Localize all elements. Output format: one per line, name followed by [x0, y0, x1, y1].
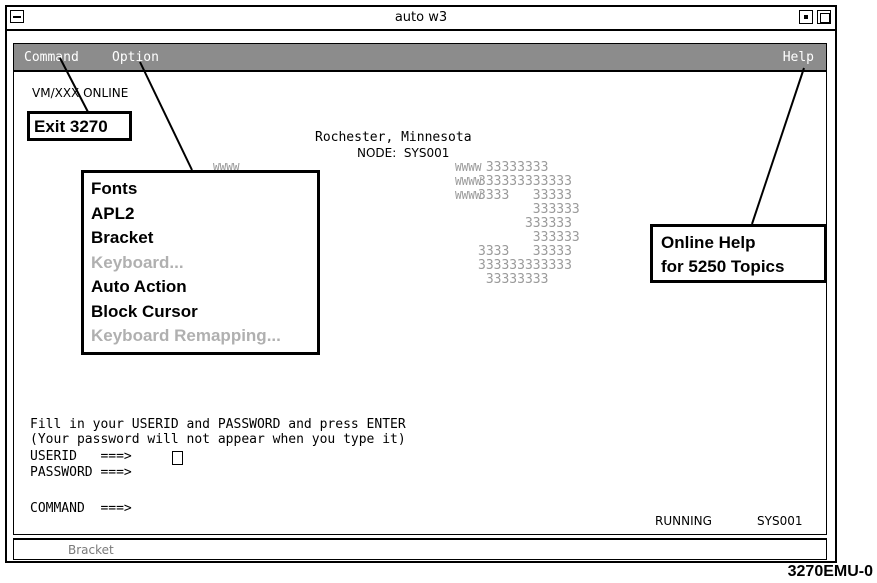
option-fonts[interactable]: Fonts [91, 177, 317, 202]
window-title: auto w3 [394, 10, 448, 25]
maximize-button[interactable] [817, 10, 831, 24]
status-node: SYS001 [757, 514, 803, 528]
menu-option[interactable]: Option [112, 50, 159, 65]
login-prompt-1: Fill in your USERID and PASSWORD and pre… [30, 417, 406, 432]
option-apl2[interactable]: APL2 [91, 202, 317, 227]
minimize-button[interactable] [799, 10, 813, 24]
option-block-cursor[interactable]: Block Cursor [91, 300, 317, 325]
location-text: Rochester, Minnesota [315, 130, 472, 145]
help-callout-line2: for 5250 Topics [661, 257, 785, 276]
help-callout: Online Help for 5250 Topics [650, 224, 827, 283]
password-label: PASSWORD ===> [30, 465, 132, 480]
option-menu-callout: Fonts APL2 Bracket Keyboard... Auto Acti… [81, 170, 320, 355]
userid-cursor-field[interactable] [172, 451, 183, 465]
logo-3: 33333333 333333333333 3333 33333 333333 … [478, 160, 580, 287]
option-bracket[interactable]: Bracket [91, 226, 317, 251]
run-status: RUNNING [655, 514, 712, 528]
node-text: NODE: SYS001 [357, 146, 450, 160]
status-bar-text: Bracket [68, 543, 114, 557]
option-keyboard-remapping: Keyboard Remapping... [91, 326, 281, 345]
login-prompt-2: (Your password will not appear when you … [30, 432, 406, 447]
userid-label: USERID ===> [30, 449, 132, 464]
help-callout-line1: Online Help [661, 233, 756, 252]
menu-bar: Command Option Help [14, 44, 826, 72]
title-bar[interactable]: auto w3 [7, 7, 835, 31]
option-auto-action[interactable]: Auto Action [91, 275, 317, 300]
system-name: VM/XXX ONLINE [32, 86, 129, 100]
menu-command[interactable]: Command [24, 50, 79, 65]
status-bar: Bracket [13, 538, 827, 560]
exit-callout: Exit 3270 [27, 111, 132, 141]
command-label: COMMAND ===> [30, 501, 132, 516]
menu-help[interactable]: Help [783, 50, 814, 65]
figure-id: 3270EMU-0 [787, 563, 873, 580]
option-keyboard: Keyboard... [91, 252, 184, 272]
